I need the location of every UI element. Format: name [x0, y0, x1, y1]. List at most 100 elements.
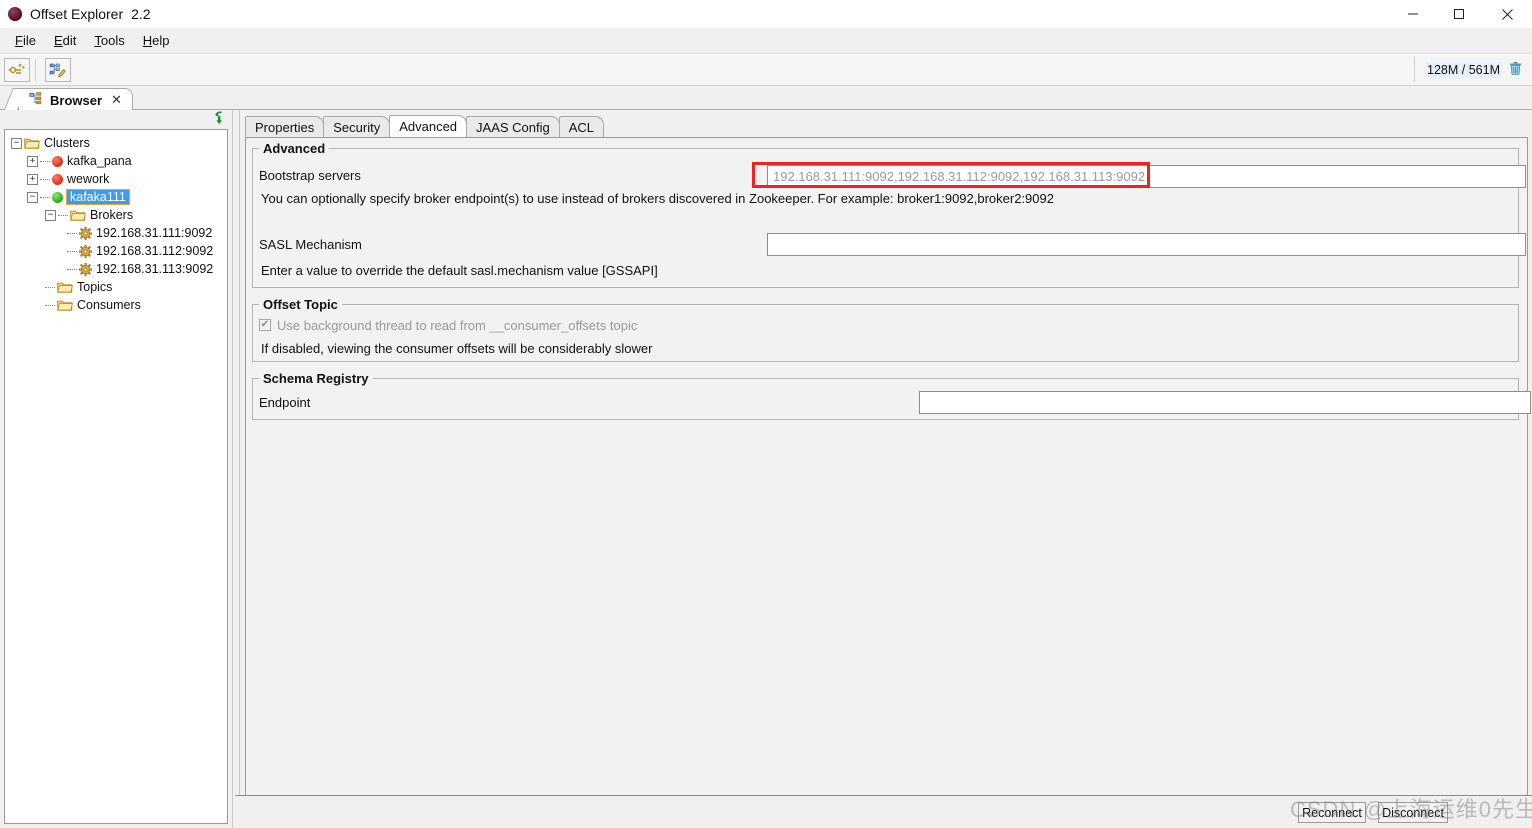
tree-connector: [45, 286, 55, 288]
background-thread-checkbox[interactable]: ✔: [259, 319, 271, 331]
tab-acl-label: ACL: [568, 119, 595, 135]
tree-panel-toolbar: [0, 110, 232, 129]
tab-security-label: Security: [333, 119, 381, 135]
tree-node-broker-3[interactable]: 192.168.31.113:9092: [5, 260, 227, 278]
window-controls: [1390, 0, 1532, 28]
cluster-tree[interactable]: − Clusters + kafka_pana + wework − kafak…: [4, 129, 228, 824]
tab-acl[interactable]: ACL: [558, 116, 605, 137]
title-bar: Offset Explorer 2.2: [0, 0, 1532, 28]
tab-jaas-config[interactable]: JAAS Config: [466, 116, 560, 137]
gear-icon: [79, 226, 93, 240]
advanced-tab-panel: Advanced Bootstrap servers 192.168.31.11…: [245, 137, 1531, 828]
tab-close-icon[interactable]: ✕: [109, 92, 124, 108]
tree-label-kafaka111: kafaka111: [66, 189, 130, 205]
folder-icon: [57, 299, 73, 312]
maximize-icon[interactable]: [1436, 0, 1482, 28]
menu-help-label-rest: elp: [152, 33, 170, 48]
tree-label-consumers: Consumers: [77, 298, 141, 312]
tree-label-broker-2: 192.168.31.112:9092: [96, 244, 214, 258]
advanced-group: Advanced Bootstrap servers 192.168.31.11…: [252, 141, 1526, 288]
tree-node-clusters[interactable]: − Clusters: [5, 134, 227, 152]
status-dot-green: [52, 191, 63, 203]
memory-label: 128M / 561M: [1425, 61, 1502, 78]
disconnect-button[interactable]: Disconnect: [1378, 802, 1448, 823]
trash-icon[interactable]: [1509, 61, 1522, 79]
background-thread-checkbox-row[interactable]: ✔ Use background thread to read from __c…: [259, 315, 1512, 335]
add-cluster-icon[interactable]: [4, 57, 30, 82]
folder-icon: [57, 281, 73, 294]
tree-connector: [67, 250, 77, 252]
pane-splitter[interactable]: [232, 110, 240, 828]
tree-label-wework: wework: [67, 172, 110, 186]
reconnect-button[interactable]: Reconnect: [1298, 802, 1366, 823]
background-thread-label: Use background thread to read from __con…: [277, 317, 638, 333]
tree-connector: [40, 160, 50, 162]
cluster-tree-panel: − Clusters + kafka_pana + wework − kafak…: [0, 110, 232, 828]
tree-node-kafka-pana[interactable]: + kafka_pana: [5, 152, 227, 170]
tab-properties[interactable]: Properties: [245, 116, 325, 137]
tab-security[interactable]: Security: [323, 116, 391, 137]
bottom-button-bar: Reconnect Disconnect: [236, 795, 1532, 828]
tree-node-kafaka111[interactable]: − kafaka111: [5, 188, 227, 206]
expander-clusters[interactable]: −: [11, 137, 22, 149]
status-dot-red: [52, 173, 63, 185]
green-down-arrow-icon[interactable]: [212, 111, 226, 128]
expander-brokers[interactable]: −: [45, 209, 56, 221]
main-split: − Clusters + kafka_pana + wework − kafak…: [0, 110, 1532, 828]
expander-wework[interactable]: +: [27, 173, 38, 185]
menu-edit[interactable]: Edit: [45, 30, 85, 51]
tree-label-kafka-pana: kafka_pana: [67, 154, 132, 168]
endpoint-input[interactable]: [919, 391, 1531, 414]
tab-advanced[interactable]: Advanced: [389, 115, 468, 137]
main-toolbar: 128M / 561M: [0, 54, 1532, 86]
toolbar-separator: [35, 58, 36, 81]
menu-file[interactable]: File: [6, 30, 45, 51]
expander-kafaka111[interactable]: −: [27, 191, 38, 203]
menu-tools-label-rest: ools: [100, 33, 125, 48]
tab-properties-label: Properties: [255, 119, 315, 135]
tree-connector: [45, 304, 55, 306]
tree-node-broker-2[interactable]: 192.168.31.112:9092: [5, 242, 227, 260]
minimize-icon[interactable]: [1390, 0, 1436, 28]
endpoint-row: Endpoint: [259, 390, 1531, 414]
tree-label-brokers: Brokers: [90, 208, 134, 222]
menu-file-label-rest: ile: [22, 33, 36, 48]
menu-help[interactable]: Help: [134, 30, 179, 51]
bootstrap-servers-input[interactable]: 192.168.31.111:9092,192.168.31.112:9092,…: [767, 165, 1526, 188]
tree-node-broker-1[interactable]: 192.168.31.111:9092: [5, 224, 227, 242]
tree-node-topics[interactable]: Topics: [5, 278, 227, 296]
bootstrap-servers-label: Bootstrap servers: [259, 167, 361, 183]
tree-connector: [67, 232, 77, 234]
bootstrap-servers-hint: You can optionally specify broker endpoi…: [261, 191, 1054, 206]
menu-tools[interactable]: Tools: [85, 30, 133, 51]
tree-connector: [40, 178, 50, 180]
folder-icon: [24, 137, 40, 150]
tree-label-broker-3: 192.168.31.113:9092: [96, 262, 214, 276]
tab-jaas-config-label: JAAS Config: [476, 119, 550, 135]
endpoint-label: Endpoint: [259, 394, 311, 410]
gear-icon: [79, 244, 93, 258]
advanced-group-title: Advanced: [259, 141, 330, 156]
memory-indicator[interactable]: 128M / 561M: [1414, 57, 1526, 82]
tab-advanced-label: Advanced: [399, 119, 458, 134]
status-dot-red: [52, 155, 63, 167]
sasl-mechanism-input[interactable]: [767, 233, 1526, 256]
edit-cluster-icon[interactable]: [45, 57, 71, 82]
tree-label-topics: Topics: [77, 280, 113, 294]
schema-registry-group: Schema Registry Endpoint: [252, 371, 1531, 420]
window-version: 2.2: [131, 6, 151, 22]
window-title: Offset Explorer: [30, 6, 124, 22]
sasl-mechanism-hint: Enter a value to override the default sa…: [261, 263, 658, 278]
expander-kafka-pana[interactable]: +: [27, 155, 38, 167]
tree-node-wework[interactable]: + wework: [5, 170, 227, 188]
tab-browser-label: Browser: [50, 92, 103, 108]
bootstrap-servers-row: Bootstrap servers 192.168.31.111:9092,19…: [259, 163, 1526, 188]
offset-explorer-icon: [8, 7, 22, 21]
sasl-mechanism-row: SASL Mechanism: [259, 232, 1526, 256]
cluster-detail-panel: Properties Security Advanced JAAS Config…: [240, 110, 1532, 828]
close-icon[interactable]: [1482, 0, 1532, 28]
tab-browser[interactable]: Browser ✕: [18, 88, 133, 111]
tree-node-brokers[interactable]: − Brokers: [5, 206, 227, 224]
tree-node-consumers[interactable]: Consumers: [5, 296, 227, 314]
folder-icon: [70, 209, 86, 222]
